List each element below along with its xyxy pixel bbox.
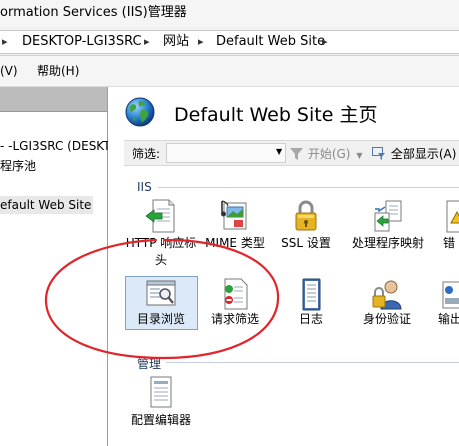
tree-item-default-web-site[interactable]: efault Web Site — [0, 196, 94, 214]
feature-label: 日志 — [298, 312, 323, 326]
breadcrumb-item-sites[interactable]: 网站 — [163, 31, 189, 53]
connections-header — [0, 87, 107, 112]
start-dropdown-icon[interactable]: ▼ — [356, 151, 362, 160]
breadcrumb-item-server[interactable]: DESKTOP-LGI3SRC — [22, 31, 142, 53]
show-all-button[interactable]: 全部显示(A) — [372, 145, 456, 162]
feature-label: 输出 — [438, 312, 459, 326]
breadcrumb-separator-icon[interactable]: ▸ — [144, 31, 150, 53]
feature-configuration-editor[interactable]: 配置编辑器 — [125, 376, 197, 428]
feature-output-caching[interactable]: 输出 — [427, 278, 459, 328]
show-all-icon — [372, 147, 385, 160]
filter-input[interactable] — [166, 143, 286, 163]
window-title-bar: ormation Services (IIS)管理器 — [0, 0, 459, 28]
funnel-icon — [290, 148, 303, 160]
menu-bar: (V) 帮助(H) — [0, 56, 459, 87]
authentication-icon — [372, 280, 402, 310]
start-filter-label: 开始(G) — [307, 147, 351, 161]
handler-mappings-icon — [374, 200, 402, 232]
menu-help[interactable]: 帮助(H) — [37, 56, 79, 86]
show-all-label: 全部显示(A) — [390, 147, 457, 161]
menu-view[interactable]: (V) — [0, 56, 18, 86]
feature-handler-mappings[interactable]: 处理程序映射 — [352, 199, 424, 271]
start-filter-button[interactable]: 开始(G) ▼ — [290, 145, 362, 162]
breadcrumb-item-site[interactable]: Default Web Site — [216, 31, 325, 53]
feature-logging[interactable]: 日志 — [275, 278, 347, 328]
feature-label: 处理程序映射 — [352, 236, 425, 250]
ssl-settings-icon — [295, 200, 317, 231]
feature-authentication[interactable]: 身份验证 — [351, 278, 423, 328]
feature-ssl-settings[interactable]: SSL 设置 — [270, 199, 342, 254]
filter-label: 筛选: — [132, 147, 161, 161]
feature-label: 配置编辑器 — [130, 413, 191, 427]
mime-types-icon — [221, 200, 247, 230]
tree-item-app-pools[interactable]: 程序池 — [0, 157, 36, 175]
error-pages-icon — [446, 200, 459, 233]
configuration-editor-icon — [150, 376, 172, 408]
globe-icon — [125, 97, 155, 127]
address-bar: ▸ DESKTOP-LGI3SRC ▸ 网站 ▸ Default Web Sit… — [0, 27, 459, 56]
feature-label: 错 — [443, 236, 456, 250]
output-caching-icon — [442, 281, 459, 309]
feature-label: SSL 设置 — [281, 236, 331, 250]
feature-label: 身份验证 — [362, 312, 411, 326]
section-divider — [158, 187, 459, 188]
tree-item-server[interactable]: - -LGI3SRC (DESKT — [0, 137, 111, 155]
section-divider — [166, 362, 459, 363]
breadcrumb-separator-icon[interactable]: ▸ — [198, 31, 204, 53]
http-response-headers-icon — [146, 199, 175, 233]
logging-icon — [302, 278, 321, 311]
filter-toolbar: 筛选: ▼ 开始(G) ▼ 全部显示(A) — [124, 140, 459, 166]
annotation-ellipse — [44, 238, 280, 360]
window-title: ormation Services (IIS)管理器 — [0, 5, 187, 20]
feature-error-pages[interactable]: 错 — [427, 199, 459, 254]
section-title-iis: IIS — [137, 180, 152, 194]
dropdown-arrow-icon[interactable]: ▼ — [276, 147, 282, 156]
breadcrumb[interactable]: ▸ DESKTOP-LGI3SRC ▸ 网站 ▸ Default Web Sit… — [0, 30, 459, 54]
page-title: Default Web Site 主页 — [174, 104, 378, 126]
breadcrumb-separator-icon[interactable]: ▸ — [2, 31, 8, 53]
breadcrumb-separator-icon[interactable]: ▸ — [322, 31, 328, 53]
